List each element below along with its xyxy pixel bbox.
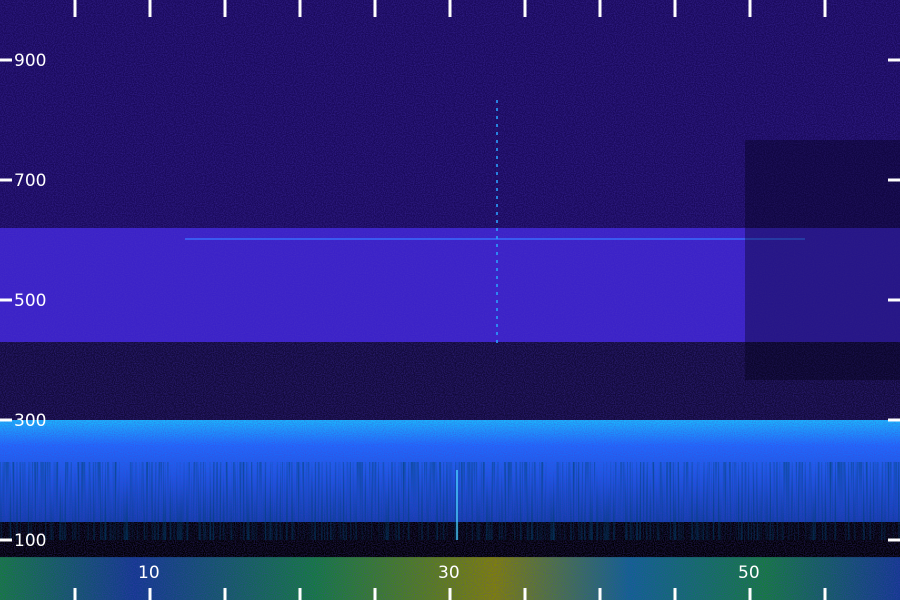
y-tick-label: 300 <box>14 411 46 431</box>
y-tick-label: 900 <box>14 51 46 71</box>
dark-patch <box>745 140 900 380</box>
y-tick-label: 100 <box>14 531 46 551</box>
y-tick-label: 500 <box>14 291 46 311</box>
y-tick-label: 700 <box>14 171 46 191</box>
x-tick-label: 30 <box>438 563 460 583</box>
x-tick-label: 10 <box>138 563 160 583</box>
spectrogram-chart: 10 30 50 100 300 500 700 900 <box>0 0 900 600</box>
x-tick-label: 50 <box>738 563 760 583</box>
